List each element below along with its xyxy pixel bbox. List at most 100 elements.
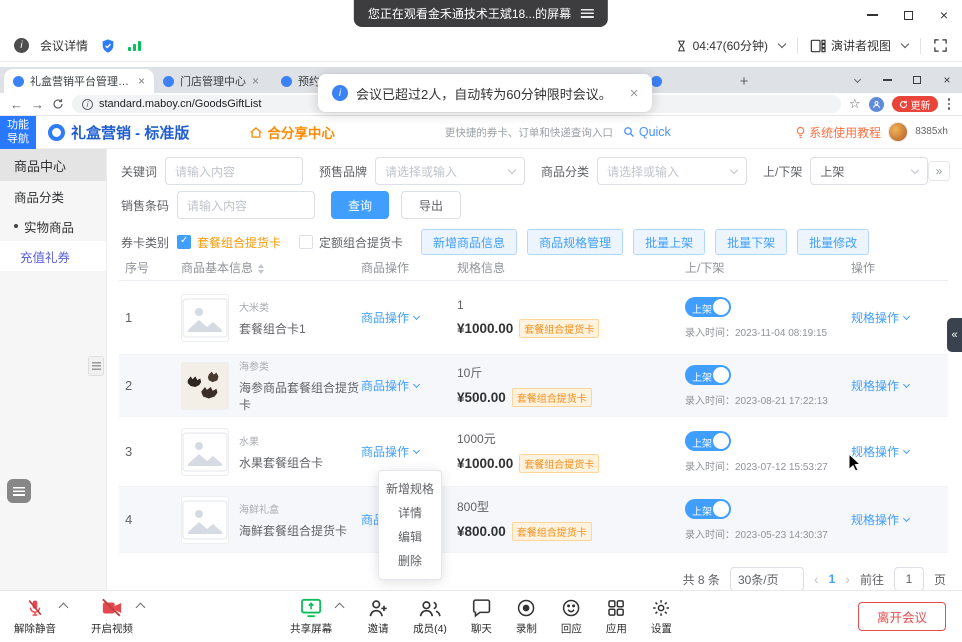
- barcode-input[interactable]: 请输入内容: [177, 191, 315, 219]
- search-button[interactable]: 查询: [331, 191, 389, 219]
- minimize-button[interactable]: [854, 0, 890, 30]
- next-page-button[interactable]: ›: [845, 571, 850, 587]
- browser-minimize-button[interactable]: [872, 67, 902, 93]
- new-tab-button[interactable]: +: [732, 69, 756, 93]
- sidebar-section-product-center[interactable]: 商品中心: [0, 149, 106, 181]
- unmute-button[interactable]: 解除静音: [14, 598, 56, 636]
- browser-close-button[interactable]: ×: [932, 67, 962, 93]
- brand-select[interactable]: 请选择或输入: [375, 157, 525, 185]
- banner-menu-icon[interactable]: [581, 9, 594, 18]
- refresh-button[interactable]: [52, 98, 64, 110]
- quick-link[interactable]: Quick: [623, 125, 671, 139]
- browser-tab[interactable]: [642, 69, 732, 93]
- checkbox-label: 定额组合提货卡: [319, 234, 403, 251]
- spec-op-link[interactable]: 规格操作: [851, 443, 909, 460]
- share-options-chevron[interactable]: [335, 603, 345, 613]
- record-button[interactable]: 录制: [516, 598, 537, 636]
- mic-options-chevron[interactable]: [59, 603, 69, 613]
- meeting-timer: 04:47(60分钟): [693, 37, 768, 54]
- start-video-button[interactable]: 开启视频: [91, 598, 133, 636]
- share-center-link[interactable]: 合分享中心: [249, 122, 335, 142]
- collapse-panel-button[interactable]: »: [928, 161, 950, 181]
- function-nav-tab[interactable]: 功能导航: [0, 116, 36, 149]
- floating-widget[interactable]: [7, 479, 31, 503]
- product-op-link[interactable]: 商品操作: [361, 377, 419, 394]
- members-button[interactable]: 成员(4): [413, 598, 447, 636]
- add-product-button[interactable]: 新增商品信息: [421, 229, 517, 255]
- shelf-toggle[interactable]: 上架: [685, 297, 731, 317]
- sidebar-item-physical-goods[interactable]: 实物商品: [0, 211, 106, 241]
- sidebar-item-category[interactable]: 商品分类: [0, 181, 106, 211]
- browser-maximize-button[interactable]: [902, 67, 932, 93]
- shelf-toggle[interactable]: 上架: [685, 365, 731, 385]
- view-mode-dropdown[interactable]: 演讲者视图: [810, 37, 908, 54]
- browser-profile-avatar[interactable]: [869, 97, 884, 112]
- sort-icon[interactable]: [258, 264, 264, 274]
- spec-op-link[interactable]: 规格操作: [851, 309, 909, 326]
- toast-close-icon[interactable]: ×: [630, 85, 639, 102]
- meeting-timer-dropdown[interactable]: 04:47(60分钟): [675, 37, 785, 54]
- browser-tab[interactable]: 门店管理中心 ×: [154, 69, 272, 93]
- bookmark-star-icon[interactable]: ☆: [849, 96, 861, 112]
- back-button[interactable]: ←: [10, 97, 23, 112]
- browser-tab-active[interactable]: 礼盒营销平台管理中心 ×: [4, 69, 154, 93]
- shelf-toggle[interactable]: 上架: [685, 499, 731, 519]
- expand-panel-tab[interactable]: «: [947, 318, 962, 352]
- sidebar-collapse-handle[interactable]: [88, 356, 104, 376]
- batch-off-shelf-button[interactable]: 批量下架: [715, 229, 787, 255]
- maximize-button[interactable]: [890, 0, 926, 30]
- page-size-select[interactable]: 30条/页: [730, 567, 804, 591]
- spec-op-link[interactable]: 规格操作: [851, 511, 909, 528]
- site-info-icon[interactable]: i: [82, 99, 93, 110]
- spec-op-link[interactable]: 规格操作: [851, 377, 909, 394]
- dropdown-item-edit[interactable]: 编辑: [379, 525, 441, 549]
- chat-button[interactable]: 聊天: [471, 598, 492, 636]
- browser-update-chip[interactable]: 更新: [892, 96, 938, 112]
- start-video-label: 开启视频: [91, 621, 133, 636]
- tab-close-icon[interactable]: ×: [252, 74, 259, 88]
- apps-button[interactable]: 应用: [606, 598, 627, 636]
- leave-meeting-button[interactable]: 离开会议: [858, 602, 946, 631]
- dropdown-item-detail[interactable]: 详情: [379, 501, 441, 525]
- batch-edit-button[interactable]: 批量修改: [797, 229, 869, 255]
- camera-options-chevron[interactable]: [136, 603, 146, 613]
- keyword-input[interactable]: 请输入内容: [165, 157, 303, 185]
- checkbox-fixed-card[interactable]: [299, 235, 313, 249]
- dropdown-item-add-spec[interactable]: 新增规格: [379, 477, 441, 501]
- browser-menu-icon[interactable]: [946, 98, 953, 110]
- shelf-select[interactable]: 上架: [810, 157, 928, 185]
- bulb-icon: [795, 126, 806, 139]
- forward-button[interactable]: →: [31, 97, 44, 112]
- tab-search-button[interactable]: [842, 67, 872, 93]
- spec-manage-button[interactable]: 商品规格管理: [527, 229, 623, 255]
- export-button[interactable]: 导出: [401, 191, 461, 219]
- category-select[interactable]: 请选择或输入: [597, 157, 747, 185]
- page-size-value: 30条/页: [738, 571, 779, 588]
- row-index: 2: [119, 378, 181, 393]
- table-row: 1 大米类 套餐组合卡1 商品操作 1 ¥1000.00套餐组合提货卡: [119, 281, 948, 355]
- current-page[interactable]: 1: [829, 572, 836, 586]
- dropdown-item-delete[interactable]: 删除: [379, 549, 441, 573]
- user-avatar[interactable]: [888, 122, 908, 142]
- close-button[interactable]: ×: [926, 0, 962, 30]
- chevron-down-icon: [901, 39, 909, 47]
- checkbox-package-card[interactable]: [177, 235, 191, 249]
- fullscreen-button[interactable]: [933, 38, 948, 53]
- shelf-toggle[interactable]: 上架: [685, 431, 731, 451]
- sidebar-item-recharge-voucher[interactable]: 充值礼券: [0, 241, 106, 271]
- tutorial-link[interactable]: 系统使用教程: [795, 124, 881, 141]
- card-type-tag: 套餐组合提货卡: [512, 388, 592, 407]
- reaction-button[interactable]: 回应: [561, 598, 582, 636]
- share-screen-label: 共享屏幕: [290, 621, 332, 636]
- product-op-link[interactable]: 商品操作: [361, 309, 419, 326]
- tab-close-icon[interactable]: ×: [138, 74, 145, 88]
- settings-button[interactable]: 设置: [651, 598, 672, 636]
- divider: [920, 38, 921, 54]
- product-op-link-open[interactable]: 商品操作: [361, 443, 419, 460]
- goto-page-input[interactable]: 1: [894, 567, 924, 591]
- prev-page-button[interactable]: ‹: [814, 571, 819, 587]
- share-screen-button[interactable]: 共享屏幕: [290, 598, 332, 636]
- meeting-details-button[interactable]: i 会议详情: [14, 37, 88, 54]
- invite-button[interactable]: 邀请: [367, 598, 389, 636]
- batch-on-shelf-button[interactable]: 批量上架: [633, 229, 705, 255]
